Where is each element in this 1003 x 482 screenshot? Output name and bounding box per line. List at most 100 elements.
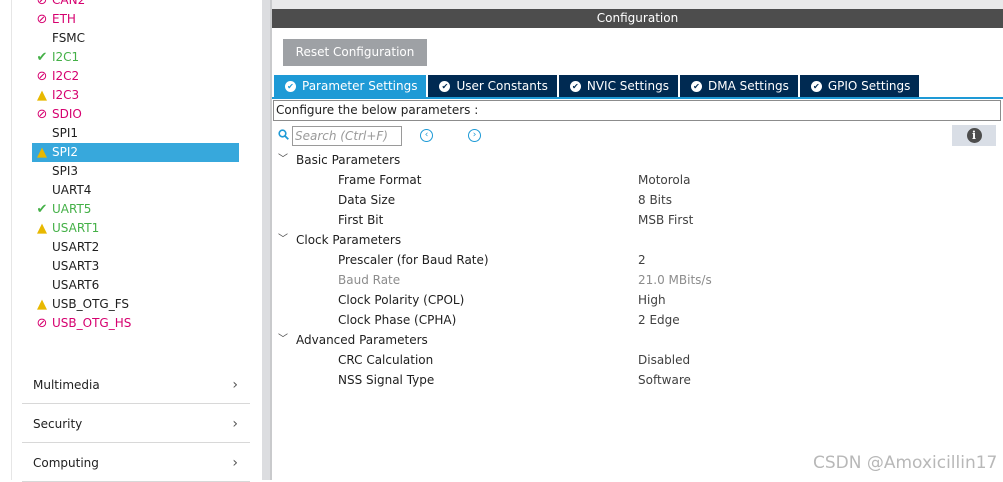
peripheral-item-usart3[interactable]: USART3 — [32, 257, 239, 276]
info-button[interactable]: i — [952, 125, 996, 146]
check-circle-icon: ✔ — [569, 80, 581, 92]
peripheral-item-eth[interactable]: ⊘ ETH — [32, 10, 239, 29]
group-advanced-parameters[interactable]: ﹀ Advanced Parameters — [278, 330, 428, 350]
peripheral-label: UART4 — [52, 183, 92, 197]
param-value[interactable]: 2 Edge — [638, 310, 680, 330]
peripheral-label: UART5 — [52, 202, 92, 216]
category-label: Security — [33, 416, 83, 431]
param-row-nss-signal-type[interactable]: NSS Signal Type Software — [338, 370, 978, 390]
search-previous-icon[interactable]: ‹ — [420, 129, 433, 142]
param-row-data-size[interactable]: Data Size 8 Bits — [338, 190, 978, 210]
configure-hint: Configure the below parameters : — [273, 100, 1001, 121]
peripheral-item-usart6[interactable]: USART6 — [32, 276, 239, 295]
tab-label: User Constants — [456, 79, 548, 93]
check-circle-icon: ✔ — [439, 80, 451, 92]
tab-parameter-settings[interactable]: ✔ Parameter Settings — [274, 75, 427, 97]
peripheral-item-usart2[interactable]: USART2 — [32, 238, 239, 257]
tab-label: NVIC Settings — [586, 79, 669, 93]
check-circle-icon: ✔ — [810, 80, 822, 92]
search-next-icon[interactable]: › — [468, 129, 481, 142]
search-icon — [278, 129, 289, 143]
tab-dma-settings[interactable]: ✔ DMA Settings — [679, 75, 798, 97]
group-clock-parameters[interactable]: ﹀ Clock Parameters — [278, 230, 401, 250]
configuration-panel: Configuration Reset Configuration ✔ Para… — [272, 0, 1003, 480]
blank-icon — [32, 181, 52, 200]
tab-user-constants[interactable]: ✔ User Constants — [428, 75, 557, 97]
peripheral-label: I2C2 — [52, 69, 80, 83]
group-label: Advanced Parameters — [296, 333, 428, 347]
category-security[interactable]: Security › — [22, 405, 250, 443]
peripheral-item-spi1[interactable]: SPI1 — [32, 124, 239, 143]
param-name: Clock Polarity (CPOL) — [338, 293, 465, 307]
param-row-prescaler[interactable]: Prescaler (for Baud Rate) 2 — [338, 250, 978, 270]
group-label: Basic Parameters — [296, 153, 401, 167]
search-input[interactable] — [292, 126, 402, 146]
chevron-right-icon: › — [232, 415, 238, 432]
peripheral-item-usb-otg-hs[interactable]: ⊘ USB_OTG_HS — [32, 314, 239, 333]
group-label: Clock Parameters — [296, 233, 402, 247]
blank-icon — [32, 276, 52, 295]
param-row-frame-format[interactable]: Frame Format Motorola — [338, 170, 978, 190]
peripheral-item-usart1[interactable]: ▲ USART1 — [32, 219, 239, 238]
param-row-first-bit[interactable]: First Bit MSB First — [338, 210, 978, 230]
group-basic-parameters[interactable]: ﹀ Basic Parameters — [278, 150, 400, 170]
blank-icon — [32, 29, 52, 48]
panel-splitter[interactable] — [262, 0, 270, 480]
category-computing[interactable]: Computing › — [22, 444, 250, 482]
peripheral-item-can2[interactable]: ⊘ CAN2 — [32, 0, 239, 10]
param-value[interactable]: 2 — [638, 250, 646, 270]
warning-icon: ▲ — [37, 145, 47, 160]
tab-label: Parameter Settings — [302, 79, 418, 93]
param-value[interactable]: Disabled — [638, 350, 690, 370]
tab-nvic-settings[interactable]: ✔ NVIC Settings — [558, 75, 678, 97]
peripheral-label: USART2 — [52, 240, 100, 254]
reset-configuration-button[interactable]: Reset Configuration — [283, 39, 427, 66]
param-value[interactable]: High — [638, 290, 666, 310]
peripheral-label: USART1 — [52, 221, 100, 235]
peripheral-label: SDIO — [52, 107, 82, 121]
param-value[interactable]: Motorola — [638, 170, 690, 190]
peripheral-item-sdio[interactable]: ⊘ SDIO — [32, 105, 239, 124]
param-name: NSS Signal Type — [338, 373, 435, 387]
param-value[interactable]: Software — [638, 370, 691, 390]
peripheral-label: I2C1 — [52, 50, 80, 64]
param-row-clock-phase[interactable]: Clock Phase (CPHA) 2 Edge — [338, 310, 978, 330]
peripheral-item-spi3[interactable]: SPI3 — [32, 162, 239, 181]
peripheral-item-i2c3[interactable]: ▲ I2C3 — [32, 86, 239, 105]
peripheral-item-usb-otg-fs[interactable]: ▲ USB_OTG_FS — [32, 295, 239, 314]
blank-icon — [32, 238, 52, 257]
check-circle-icon: ✔ — [690, 80, 702, 92]
disabled-icon: ⊘ — [36, 107, 48, 122]
peripheral-label: USB_OTG_HS — [52, 316, 132, 330]
category-multimedia[interactable]: Multimedia › — [22, 366, 250, 404]
peripheral-item-uart4[interactable]: UART4 — [32, 181, 239, 200]
param-value[interactable]: 8 Bits — [638, 190, 672, 210]
peripheral-item-uart5[interactable]: ✔ UART5 — [32, 200, 239, 219]
tab-label: GPIO Settings — [827, 79, 911, 93]
category-label: Computing — [33, 455, 99, 470]
disabled-icon: ⊘ — [36, 69, 48, 84]
param-name: Prescaler (for Baud Rate) — [338, 253, 489, 267]
peripheral-label: USART6 — [52, 278, 100, 292]
param-row-clock-polarity[interactable]: Clock Polarity (CPOL) High — [338, 290, 978, 310]
warning-icon: ▲ — [37, 297, 47, 312]
peripheral-item-i2c1[interactable]: ✔ I2C1 — [32, 48, 239, 67]
configuration-title: Configuration — [272, 9, 1003, 28]
peripheral-label: ETH — [52, 12, 76, 26]
peripheral-label: SPI1 — [52, 126, 79, 140]
param-name: Data Size — [338, 193, 396, 207]
tab-gpio-settings[interactable]: ✔ GPIO Settings — [799, 75, 920, 97]
peripheral-item-fsmc[interactable]: FSMC — [32, 29, 239, 48]
panel-border — [11, 0, 12, 480]
disabled-icon: ⊘ — [36, 12, 48, 27]
param-row-crc-calculation[interactable]: CRC Calculation Disabled — [338, 350, 978, 370]
chevron-down-icon: ﹀ — [278, 154, 288, 165]
top-strip — [272, 0, 1003, 9]
blank-icon — [32, 257, 52, 276]
peripheral-item-spi2[interactable]: ▲ SPI2 — [32, 143, 239, 162]
peripheral-label: USB_OTG_FS — [52, 297, 130, 311]
param-value[interactable]: MSB First — [638, 210, 693, 230]
info-icon: i — [966, 128, 982, 143]
peripheral-item-i2c2[interactable]: ⊘ I2C2 — [32, 67, 239, 86]
chevron-down-icon: ﹀ — [278, 334, 288, 345]
